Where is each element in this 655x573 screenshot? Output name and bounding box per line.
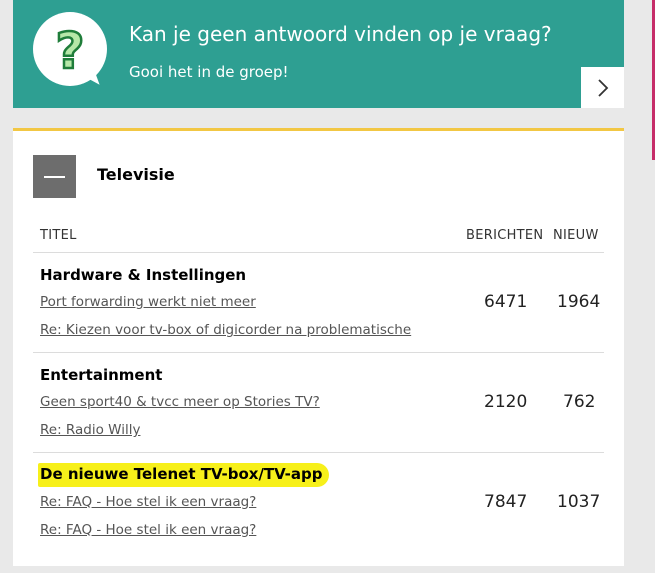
new-count: 1037: [557, 492, 601, 512]
banner-subtitle[interactable]: Gooi het in de groep!: [129, 63, 289, 81]
chevron-right-icon: [597, 78, 608, 97]
section-title: Televisie: [97, 165, 175, 184]
new-count: 1964: [557, 292, 601, 312]
new-count: 762: [563, 392, 596, 412]
column-header-new: NIEUW: [553, 228, 599, 243]
latest-topic-link[interactable]: Port forwarding werkt niet meer: [40, 294, 256, 310]
latest-reply-link[interactable]: Re: Kiezen voor tv-box of digicorder na …: [40, 322, 411, 338]
banner-title: Kan je geen antwoord vinden op je vraag?: [129, 22, 552, 46]
board-name-highlighted[interactable]: De nieuwe Telenet TV-box/TV-app: [38, 463, 329, 487]
posts-count: 2120: [484, 392, 528, 412]
category-panel: Televisie TITEL BERICHTEN NIEUW Hardware…: [13, 128, 624, 566]
latest-reply-link[interactable]: Re: Radio Willy: [40, 422, 140, 438]
collapse-button[interactable]: [33, 155, 76, 198]
column-header-title: TITEL: [40, 228, 77, 243]
posts-count: 6471: [484, 292, 528, 312]
board-name[interactable]: Hardware & Instellingen: [40, 266, 246, 284]
board-name[interactable]: Entertainment: [40, 366, 162, 384]
column-header-posts: BERICHTEN: [466, 228, 544, 243]
table-row: Hardware & Instellingen Port forwarding …: [33, 252, 604, 353]
latest-reply-link[interactable]: Re: FAQ - Hoe stel ik een vraag?: [40, 522, 256, 538]
posts-count: 7847: [484, 492, 528, 512]
latest-topic-link[interactable]: Geen sport40 & tvcc meer op Stories TV?: [40, 394, 320, 410]
banner-arrow-button[interactable]: [581, 67, 624, 108]
table-row: De nieuwe Telenet TV-box/TV-app Re: FAQ …: [33, 452, 604, 553]
table-row: Entertainment Geen sport40 & tvcc meer o…: [33, 352, 604, 453]
help-banner: ? Kan je geen antwoord vinden op je vraa…: [13, 0, 624, 108]
latest-topic-link[interactable]: Re: FAQ - Hoe stel ik een vraag?: [40, 494, 256, 510]
